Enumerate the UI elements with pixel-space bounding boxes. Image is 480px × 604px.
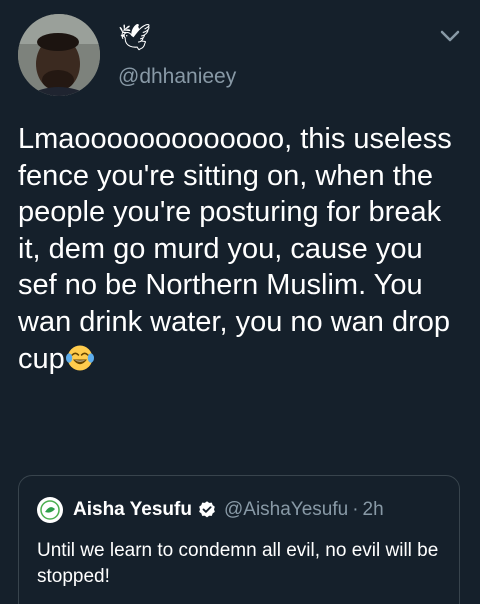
face-with-tears-of-joy-emoji: [65, 345, 94, 371]
author-avatar[interactable]: [18, 14, 100, 96]
tweet-body: Lmaooooooooooooo, this useless fence you…: [18, 123, 452, 375]
quoted-tweet-header: Aisha Yesufu @AishaYesufu · 2h: [37, 496, 384, 524]
tweet-card: 🕊 @dhhanieey Lmaooooooooooooo, this usel…: [0, 0, 480, 604]
quoted-author-name: Aisha Yesufu: [73, 499, 192, 520]
author-handle[interactable]: @dhhanieey: [118, 64, 236, 90]
verified-badge-icon: [199, 501, 215, 518]
green-logo-icon: [38, 498, 62, 522]
quoted-separator: ·: [352, 499, 359, 520]
author-display-name[interactable]: 🕊: [118, 22, 151, 52]
quoted-tweet-text: Until we learn to condemn all evil, no e…: [37, 540, 439, 587]
chevron-down-icon[interactable]: [438, 26, 462, 46]
quoted-author-handle: @AishaYesufu: [223, 499, 349, 520]
tweet-text: Lmaooooooooooooo, this useless fence you…: [18, 121, 468, 377]
quoted-author-avatar: [37, 497, 63, 523]
quoted-timestamp: 2h: [362, 499, 384, 520]
quoted-tweet[interactable]: Aisha Yesufu @AishaYesufu · 2h Until we …: [18, 475, 460, 604]
author-avatar-photo: [18, 14, 100, 96]
